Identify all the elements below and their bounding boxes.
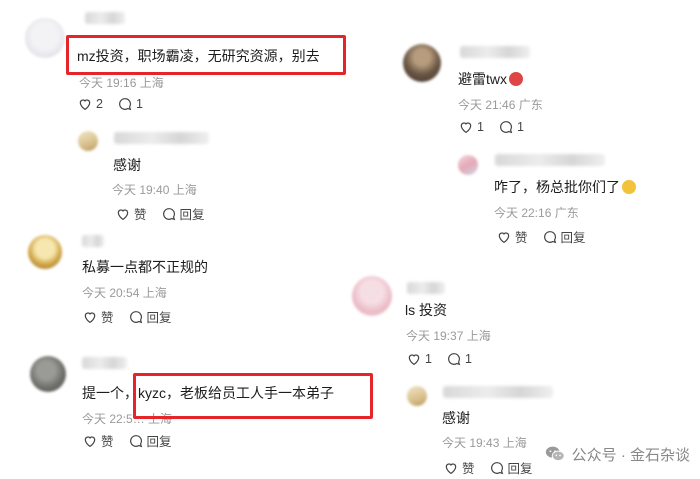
comment-time: 今天 21:46 广东: [458, 98, 543, 112]
comment-bubble-icon: [129, 310, 142, 323]
like-count: 1: [425, 352, 432, 366]
reply-count: 1: [516, 120, 524, 134]
comment-text: 避雷twx: [458, 69, 523, 89]
like-button[interactable]: 赞: [82, 307, 114, 326]
avatar[interactable]: [352, 276, 392, 316]
reply-count: 1: [464, 352, 472, 366]
comment-bubble-icon: [129, 434, 142, 447]
like-label: 赞: [462, 462, 475, 476]
wechat-icon: [545, 446, 565, 462]
comment-bubble-icon: [500, 121, 513, 134]
username[interactable]: [460, 46, 530, 58]
comment-text: 感谢: [442, 410, 470, 426]
comment-time: 今天 19:43 上海: [442, 436, 527, 450]
username[interactable]: [407, 282, 445, 294]
comment-actions: 赞 回复: [82, 307, 172, 326]
comment-time: 今天 19:16 上海: [79, 76, 164, 90]
like-label: 赞: [515, 231, 528, 245]
comment-text: mz投资，职场霸凌，无研究资源，别去: [77, 48, 320, 64]
like-count: 2: [96, 97, 103, 111]
username[interactable]: [82, 235, 104, 247]
like-button[interactable]: 1: [406, 351, 432, 367]
reply-button[interactable]: 1: [498, 119, 524, 135]
reply-label: 回复: [146, 435, 172, 449]
heart-icon: [84, 311, 96, 323]
reply-label: 回复: [560, 231, 586, 245]
reply-button[interactable]: 回复: [161, 204, 205, 223]
reply-button[interactable]: 回复: [128, 307, 172, 326]
comment-bubble-icon: [490, 461, 503, 474]
reply-label: 回复: [507, 462, 533, 476]
heart-icon: [460, 122, 472, 134]
comment-text: ls 投资: [405, 302, 447, 318]
comment-bubble-icon: [543, 230, 556, 243]
comment-time: 今天 22:5… 上海: [82, 412, 173, 426]
reply-button[interactable]: 回复: [128, 431, 172, 450]
comment-text: 感谢: [113, 157, 141, 173]
heart-icon: [498, 231, 510, 243]
comment-text: 咋了，杨总批你们了: [494, 177, 636, 197]
comment-actions: 2 1: [77, 96, 143, 112]
comment-actions: 赞 回复: [443, 458, 533, 477]
comment-time: 今天 20:54 上海: [82, 286, 167, 300]
reply-button[interactable]: 回复: [489, 458, 533, 477]
comment-text: 提一个，kyzc，老板给员工人手一本弟子: [82, 385, 334, 401]
heart-icon: [117, 208, 129, 220]
comment-actions: 赞 回复: [496, 227, 586, 246]
avatar[interactable]: [28, 235, 62, 269]
reply-label: 回复: [179, 208, 205, 222]
comment-bubble-icon: [448, 353, 461, 366]
heart-icon: [445, 462, 457, 474]
username[interactable]: [82, 357, 127, 369]
username[interactable]: [114, 132, 209, 144]
username[interactable]: [443, 386, 553, 398]
reply-label: 回复: [146, 311, 172, 325]
watermark-text: 公众号 · 金石杂谈: [571, 446, 690, 464]
comment-time: 今天 19:40 上海: [112, 183, 197, 197]
like-button[interactable]: 赞: [115, 204, 147, 223]
avatar[interactable]: [25, 18, 65, 58]
comment-bubble-icon: [119, 98, 132, 111]
like-count: 1: [477, 120, 484, 134]
like-button[interactable]: 赞: [496, 227, 528, 246]
comment-actions: 赞 回复: [82, 431, 172, 450]
avatar[interactable]: [78, 131, 98, 151]
heart-icon: [84, 435, 96, 447]
like-label: 赞: [134, 208, 147, 222]
comment-text-body: 避雷twx: [458, 71, 507, 87]
comment-actions: 1 1: [406, 351, 472, 367]
smirk-emoji-icon: [622, 180, 636, 194]
avatar[interactable]: [30, 356, 66, 392]
like-label: 赞: [101, 311, 114, 325]
watermark: 公众号 · 金石杂谈: [544, 443, 690, 465]
like-button[interactable]: 赞: [443, 458, 475, 477]
comment-time: 今天 22:16 广东: [494, 206, 579, 220]
like-button[interactable]: 2: [77, 96, 103, 112]
reply-count: 1: [135, 97, 143, 111]
username[interactable]: [85, 12, 125, 24]
heart-icon: [408, 354, 420, 366]
like-button[interactable]: 赞: [82, 431, 114, 450]
comment-text: 私募一点都不正规的: [82, 259, 208, 275]
comment-actions: 1 1: [458, 119, 524, 135]
comment-text-body: 咋了，杨总批你们了: [494, 179, 620, 195]
avatar[interactable]: [407, 386, 427, 406]
like-label: 赞: [101, 435, 114, 449]
angry-emoji-icon: [509, 72, 523, 86]
comment-bubble-icon: [162, 207, 175, 220]
comment-time: 今天 19:37 上海: [406, 329, 491, 343]
avatar[interactable]: [458, 155, 478, 175]
reply-button[interactable]: 回复: [542, 227, 586, 246]
avatar[interactable]: [403, 44, 441, 82]
reply-button[interactable]: 1: [446, 351, 472, 367]
username[interactable]: [495, 154, 605, 166]
heart-icon: [79, 99, 91, 111]
reply-button[interactable]: 1: [117, 96, 143, 112]
comment-actions: 赞 回复: [115, 204, 205, 223]
like-button[interactable]: 1: [458, 119, 484, 135]
